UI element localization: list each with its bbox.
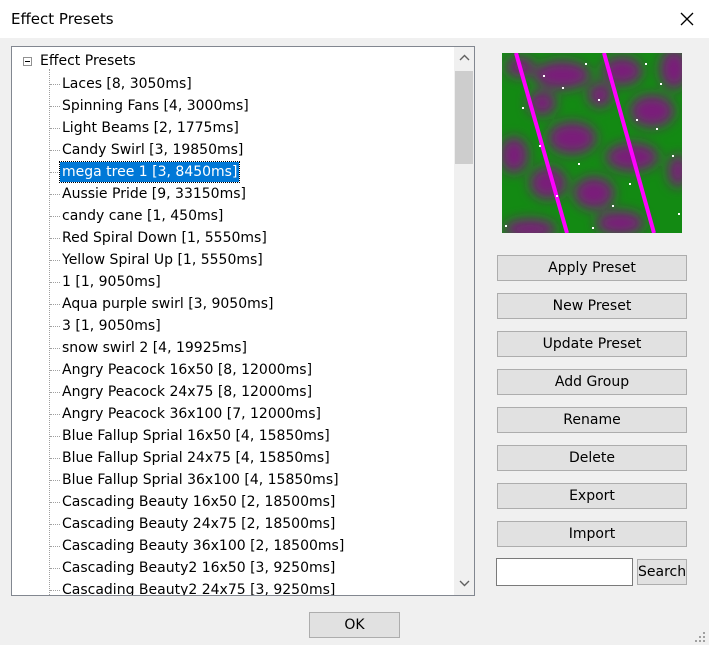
tree-item[interactable]: 1 [1, 9050ms] — [12, 271, 452, 293]
tree-connector — [50, 172, 60, 173]
tree-connector — [50, 370, 60, 371]
close-icon — [680, 12, 694, 26]
tree-item[interactable]: Angry Peacock 36x100 [7, 12000ms] — [12, 403, 452, 425]
tree-item-label: Blue Fallup Sprial 24x75 [4, 15850ms] — [62, 450, 330, 466]
chevron-down-icon — [459, 580, 469, 587]
tree-item-label: Cascading Beauty 16x50 [2, 18500ms] — [62, 494, 336, 510]
effect-preview — [502, 53, 682, 233]
delete-button[interactable]: Delete — [497, 445, 687, 471]
tree-item[interactable]: Cascading Beauty2 16x50 [3, 9250ms] — [12, 557, 452, 579]
tree-item[interactable]: Angry Peacock 24x75 [8, 12000ms] — [12, 381, 452, 403]
search-input[interactable] — [496, 558, 633, 586]
tree-item-label: Aqua purple swirl [3, 9050ms] — [62, 296, 274, 312]
tree-item[interactable]: 3 [1, 9050ms] — [12, 315, 452, 337]
tree-item[interactable]: Angry Peacock 16x50 [8, 12000ms] — [12, 359, 452, 381]
tree-item[interactable]: Yellow Spiral Up [1, 5550ms] — [12, 249, 452, 271]
tree-item-label: snow swirl 2 [4, 19925ms] — [62, 340, 247, 356]
tree-connector — [50, 458, 60, 459]
tree-root-label[interactable]: Effect Presets — [40, 53, 136, 69]
tree-connector — [50, 238, 60, 239]
tree-connector — [50, 590, 60, 591]
window-title: Effect Presets — [11, 10, 114, 28]
tree-connector — [50, 326, 60, 327]
new-preset-button[interactable]: New Preset — [497, 293, 687, 319]
tree-item-label: mega tree 1 [3, 8450ms] — [58, 161, 241, 183]
tree-item-label: Cascading Beauty2 24x75 [3, 9250ms] — [62, 582, 336, 596]
tree-connector — [50, 414, 60, 415]
preset-tree[interactable]: Effect Presets Laces [8, 3050ms] Spinning… — [11, 46, 475, 596]
tree-item[interactable]: Spinning Fans [4, 3000ms] — [12, 95, 452, 117]
tree-item-label: 3 [1, 9050ms] — [62, 318, 161, 334]
scroll-thumb[interactable] — [455, 71, 473, 164]
export-button[interactable]: Export — [497, 483, 687, 509]
tree-item[interactable]: Candy Swirl [3, 19850ms] — [12, 139, 452, 161]
tree-item-label: Aussie Pride [9, 33150ms] — [62, 186, 246, 202]
tree-connector — [50, 216, 60, 217]
tree-item[interactable]: Cascading Beauty 24x75 [2, 18500ms] — [12, 513, 452, 535]
tree-item[interactable]: Blue Fallup Sprial 24x75 [4, 15850ms] — [12, 447, 452, 469]
tree-item-label: Angry Peacock 24x75 [8, 12000ms] — [62, 384, 313, 400]
resize-grip-icon[interactable] — [694, 631, 706, 643]
tree-content: Effect Presets Laces [8, 3050ms] Spinning… — [12, 47, 455, 595]
tree-item-label: Cascading Beauty2 16x50 [3, 9250ms] — [62, 560, 336, 576]
tree-connector — [50, 392, 60, 393]
add-group-button[interactable]: Add Group — [497, 369, 687, 395]
import-button[interactable]: Import — [497, 521, 687, 547]
tree-item[interactable]: snow swirl 2 [4, 19925ms] — [12, 337, 452, 359]
close-button[interactable] — [670, 6, 704, 32]
tree-connector — [50, 106, 60, 107]
scroll-up-button[interactable] — [454, 49, 474, 66]
tree-item-label: Cascading Beauty 36x100 [2, 18500ms] — [62, 538, 345, 554]
tree-item-label: Red Spiral Down [1, 5550ms] — [62, 230, 267, 246]
title-bar: Effect Presets — [0, 0, 709, 38]
vertical-scrollbar[interactable] — [454, 47, 474, 595]
tree-item-label: Blue Fallup Sprial 36x100 [4, 15850ms] — [62, 472, 339, 488]
tree-item-label: candy cane [1, 450ms] — [62, 208, 224, 224]
apply-preset-button[interactable]: Apply Preset — [497, 255, 687, 281]
tree-item[interactable]: Cascading Beauty 16x50 [2, 18500ms] — [12, 491, 452, 513]
tree-connector — [50, 546, 60, 547]
tree-item[interactable]: Aqua purple swirl [3, 9050ms] — [12, 293, 452, 315]
tree-item[interactable]: Cascading Beauty2 24x75 [3, 9250ms] — [12, 579, 452, 596]
collapse-toggle-icon[interactable] — [23, 57, 32, 66]
tree-connector — [50, 436, 60, 437]
tree-item[interactable]: Laces [8, 3050ms] — [12, 73, 452, 95]
rename-button[interactable]: Rename — [497, 407, 687, 433]
tree-connector — [50, 524, 60, 525]
tree-item[interactable]: candy cane [1, 450ms] — [12, 205, 452, 227]
tree-item[interactable]: Red Spiral Down [1, 5550ms] — [12, 227, 452, 249]
tree-item-label: Yellow Spiral Up [1, 5550ms] — [62, 252, 263, 268]
tree-connector — [50, 568, 60, 569]
tree-connector — [50, 128, 60, 129]
tree-connector — [50, 260, 60, 261]
tree-item-label: Blue Fallup Sprial 16x50 [4, 15850ms] — [62, 428, 330, 444]
tree-item-label: Laces [8, 3050ms] — [62, 76, 192, 92]
tree-item-label: Light Beams [2, 1775ms] — [62, 120, 239, 136]
scroll-down-button[interactable] — [454, 575, 474, 592]
chevron-up-icon — [459, 54, 469, 61]
update-preset-button[interactable]: Update Preset — [497, 331, 687, 357]
tree-item-label: Spinning Fans [4, 3000ms] — [62, 98, 249, 114]
tree-item-label: Candy Swirl [3, 19850ms] — [62, 142, 244, 158]
tree-item-label: Cascading Beauty 24x75 [2, 18500ms] — [62, 516, 336, 532]
search-button[interactable]: Search — [637, 559, 687, 585]
tree-item[interactable]: Cascading Beauty 36x100 [2, 18500ms] — [12, 535, 452, 557]
tree-connector — [50, 304, 60, 305]
tree-connector — [50, 348, 60, 349]
tree-item[interactable]: mega tree 1 [3, 8450ms] — [12, 161, 452, 183]
tree-connector — [50, 502, 60, 503]
ok-button[interactable]: OK — [309, 612, 400, 638]
tree-connector — [50, 194, 60, 195]
tree-connector — [50, 282, 60, 283]
tree-item-label: 1 [1, 9050ms] — [62, 274, 161, 290]
tree-item[interactable]: Blue Fallup Sprial 36x100 [4, 15850ms] — [12, 469, 452, 491]
tree-item-label: Angry Peacock 36x100 [7, 12000ms] — [62, 406, 321, 422]
tree-connector — [50, 480, 60, 481]
tree-item[interactable]: Blue Fallup Sprial 16x50 [4, 15850ms] — [12, 425, 452, 447]
tree-item-label: Angry Peacock 16x50 [8, 12000ms] — [62, 362, 313, 378]
tree-connector — [50, 84, 60, 85]
tree-item[interactable]: Aussie Pride [9, 33150ms] — [12, 183, 452, 205]
tree-item[interactable]: Light Beams [2, 1775ms] — [12, 117, 452, 139]
tree-connector — [50, 150, 60, 151]
